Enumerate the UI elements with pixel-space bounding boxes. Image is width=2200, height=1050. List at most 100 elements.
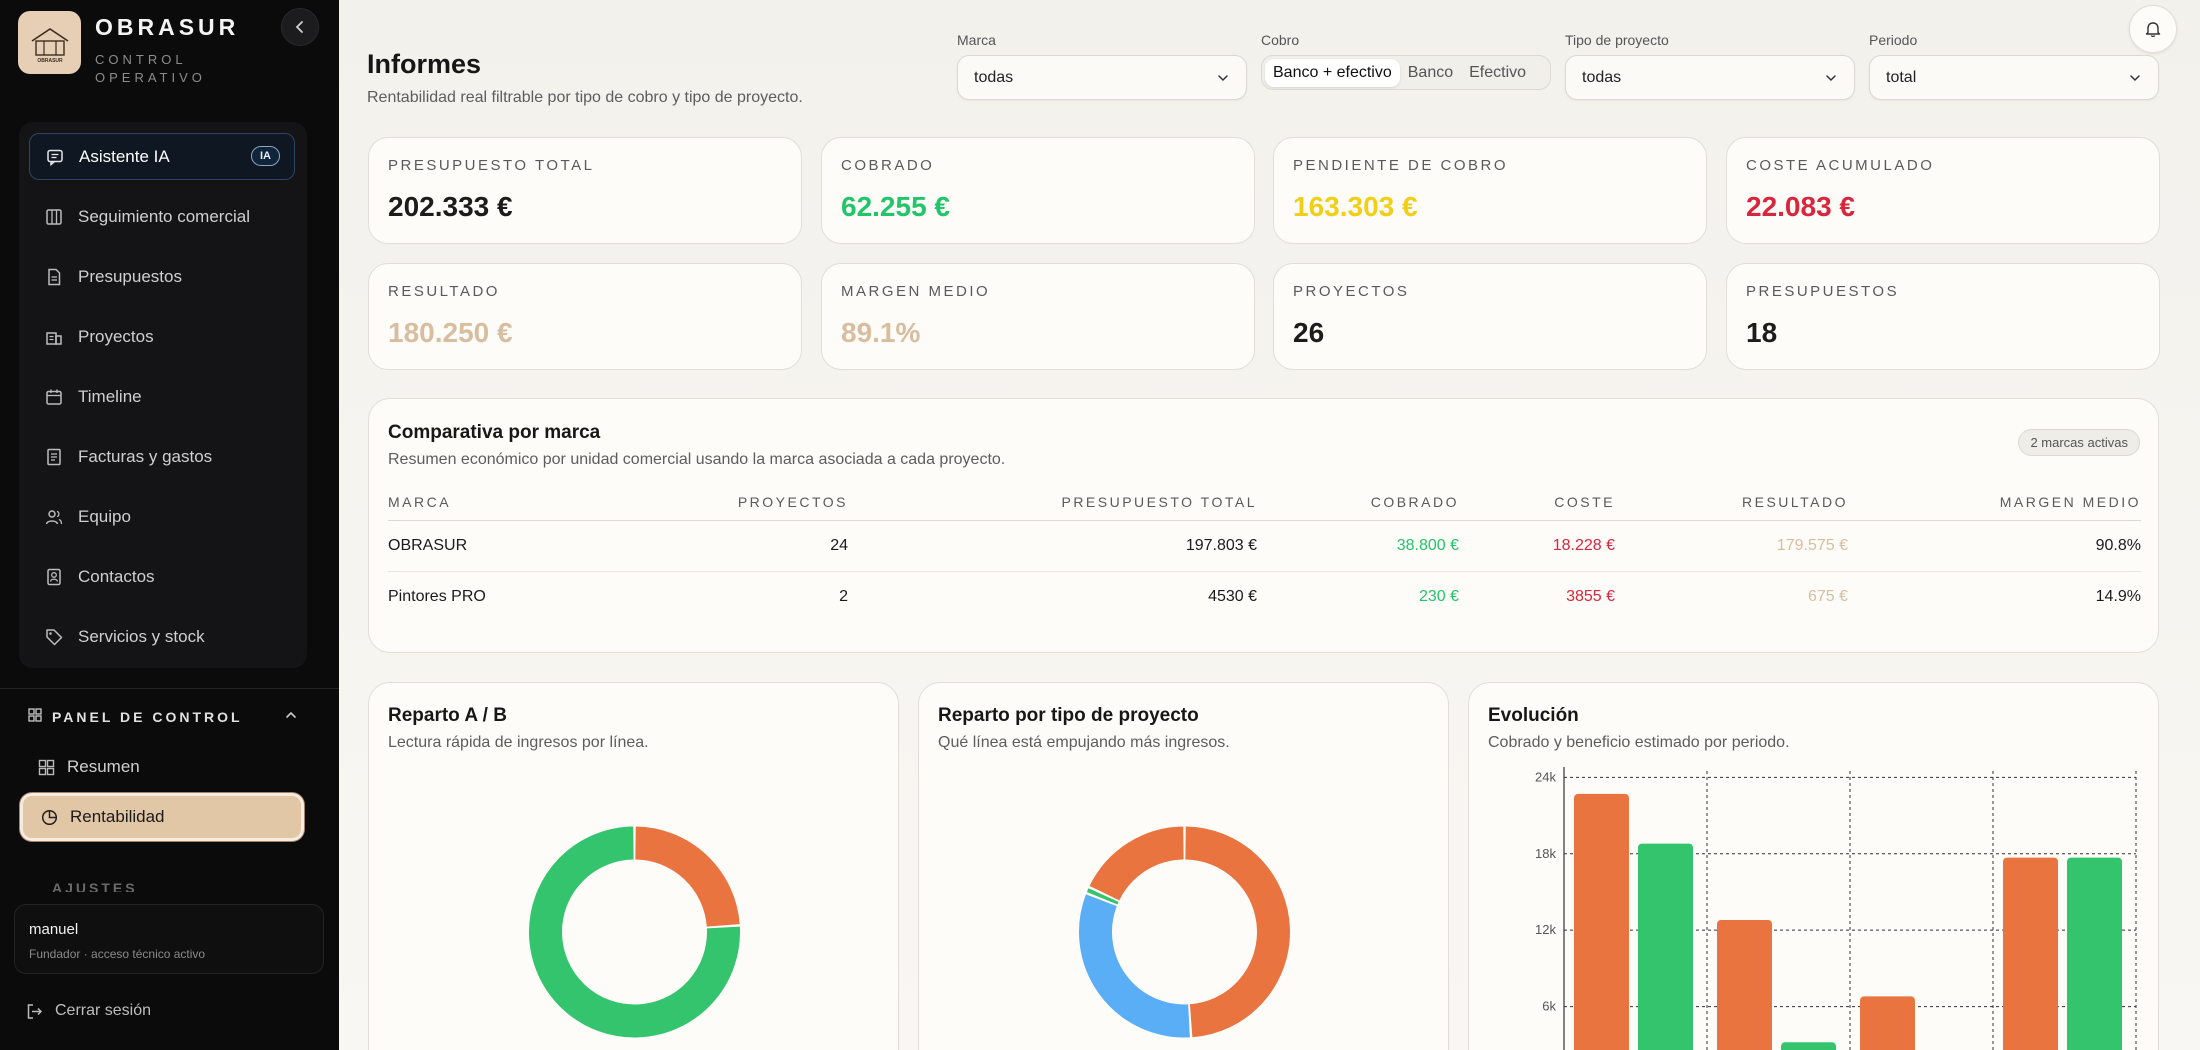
kpi-label: PENDIENTE DE COBRO (1293, 157, 1509, 174)
notifications-button[interactable] (2129, 5, 2177, 53)
column-header: PROYECTOS (688, 484, 848, 521)
nav-item-equipo[interactable]: Equipo (29, 493, 295, 540)
column-header: MARCA (388, 484, 688, 521)
table-row[interactable]: OBRASUR 24 197.803 € 38.800 € 18.228 € 1… (388, 520, 2141, 572)
nav-item-seguimiento-comercial[interactable]: Seguimiento comercial (29, 193, 295, 240)
brand-table: MARCA PROYECTOS PRESUPUESTO TOTAL COBRAD… (388, 484, 2141, 622)
cell-coste: 3855 € (1566, 587, 1615, 605)
filter-cobro-label: Cobro (1261, 32, 1300, 48)
donut-slice (634, 826, 740, 928)
kpi-label: PROYECTOS (1293, 283, 1410, 300)
brand-logo-text: OBRASUR (37, 58, 63, 64)
y-tick-label: 18k (1535, 846, 1556, 861)
filter-marca-label: Marca (957, 32, 996, 48)
filter-cobro: Cobro Banco + efectivo Banco Efectivo (1261, 32, 1551, 90)
kpi-margen-medio: MARGEN MEDIO 89.1% (821, 263, 1255, 370)
kpi-coste-acumulado: COSTE ACUMULADO 22.083 € (1726, 137, 2160, 244)
nav-item-facturas-y-gastos[interactable]: Facturas y gastos (29, 433, 295, 480)
kpi-label: PRESUPUESTO TOTAL (388, 157, 595, 174)
cell-margen: 90.8% (1848, 520, 2141, 572)
table-row[interactable]: Pintores PRO 2 4530 € 230 € 3855 € 675 €… (388, 571, 2141, 622)
cell-margen: 14.9% (2095, 587, 2141, 605)
kpi-value: 89.1% (841, 317, 921, 348)
periodo-select[interactable]: total (1869, 55, 2159, 100)
kpi-presupuesto-total: PRESUPUESTO TOTAL 202.333 € (368, 137, 802, 244)
main-content: Informes Rentabilidad real filtrable por… (339, 0, 2200, 1050)
y-tick-label: 6k (1542, 999, 1556, 1014)
calendar-icon (44, 387, 64, 407)
chevron-down-icon (1826, 74, 1836, 81)
logout-button[interactable]: Cerrar sesión (26, 1002, 151, 1020)
column-header: COSTE (1459, 484, 1615, 521)
building-icon (44, 327, 64, 347)
user-card: manuel Fundador · acceso técnico activo (14, 904, 324, 974)
reparto-tipo-donut-chart (1079, 826, 1290, 1038)
bell-icon (2145, 22, 2161, 38)
kpi-value: 163.303 € (1293, 191, 1418, 222)
nav-item-presupuestos[interactable]: Presupuestos (29, 253, 295, 300)
sidebar-divider (0, 688, 339, 689)
cell-marca: Pintores PRO (388, 587, 486, 605)
kpi-value: 18 (1746, 317, 1778, 348)
donut-slice (1184, 826, 1290, 1038)
user-role: Fundador · acceso técnico activo (29, 947, 206, 961)
tag-icon (44, 627, 64, 647)
nav-item-label: Timeline (78, 386, 142, 406)
cell-resultado: 179.575 € (1615, 520, 1848, 572)
nav-item-label: Asistente IA (79, 146, 170, 166)
panel-item-rentabilidad[interactable]: Rentabilidad (20, 793, 304, 841)
dashboard-icon (28, 708, 42, 725)
filter-tipo-proyecto: Tipo de proyecto todas (1565, 32, 1855, 100)
nav-item-timeline[interactable]: Timeline (29, 373, 295, 420)
nav-item-asistente-ia[interactable]: Asistente IA IA (29, 133, 295, 180)
nav-item-proyectos[interactable]: Proyectos (29, 313, 295, 360)
cobro-option-efectivo[interactable]: Efectivo (1461, 59, 1534, 87)
marca-select[interactable]: todas (957, 55, 1247, 100)
collapse-sidebar-button[interactable] (281, 8, 319, 46)
users-icon (44, 507, 64, 527)
nav-item-contactos[interactable]: Contactos (29, 553, 295, 600)
bar (1574, 793, 1629, 1050)
chevron-up-icon (284, 708, 298, 725)
evolucion-bar-chart: 24k 18k 12k 6k (1535, 767, 2137, 1050)
pie-icon (41, 809, 58, 826)
cell-proyectos: 24 (688, 520, 848, 572)
bar (1781, 1042, 1836, 1050)
kpi-label: PRESUPUESTOS (1746, 283, 1900, 300)
nav-item-label: Contactos (78, 566, 155, 586)
panel-de-control-toggle[interactable]: PANEL DE CONTROL (28, 708, 298, 725)
cobro-option-banco-efectivo[interactable]: Banco + efectivo (1265, 58, 1400, 87)
kpi-label: MARGEN MEDIO (841, 283, 991, 300)
kpi-value: 180.250 € (388, 317, 513, 348)
kpi-value: 22.083 € (1746, 191, 1855, 222)
page-title: Informes (367, 49, 482, 79)
brand-name: OBRASUR (95, 14, 240, 40)
table-header-row: MARCA PROYECTOS PRESUPUESTO TOTAL COBRAD… (388, 484, 2141, 521)
chevron-down-icon (1218, 74, 1228, 81)
filter-periodo: Periodo total (1869, 32, 2159, 100)
panel-item-resumen[interactable]: Resumen (20, 743, 304, 791)
kpi-pendiente-de-cobro: PENDIENTE DE COBRO 163.303 € (1273, 137, 1707, 244)
cobro-segmented-control: Banco + efectivo Banco Efectivo (1261, 55, 1551, 90)
periodo-select-value: total (1886, 68, 1917, 86)
reparto-tipo-card: Reparto por tipo de proyecto Qué línea e… (918, 682, 1449, 1050)
tipo-proyecto-select[interactable]: todas (1565, 55, 1855, 100)
ajustes-toggle[interactable]: AJUSTES (28, 880, 298, 892)
cell-coste: 18.228 € (1459, 520, 1615, 572)
filter-marca: Marca todas (957, 32, 1247, 100)
brand-logo: OBRASUR (18, 11, 81, 74)
grid-icon (38, 759, 55, 776)
brand-subtitle: CONTROL OPERATIVO (95, 52, 206, 85)
kpi-value: 62.255 € (841, 191, 950, 222)
brand: OBRASUR OBRASUR CONTROL OPERATIVO (18, 11, 239, 87)
cell-resultado: 675 € (1807, 587, 1848, 605)
cobro-option-banco[interactable]: Banco (1400, 59, 1461, 87)
y-tick-label: 12k (1535, 922, 1556, 937)
nav-item-label: Seguimiento comercial (78, 206, 250, 226)
cell-cobrado: 38.800 € (1257, 520, 1459, 572)
column-header: COBRADO (1257, 484, 1459, 521)
reparto-ab-donut-chart (529, 826, 740, 1038)
nav-item-servicios-y-stock[interactable]: Servicios y stock (29, 613, 295, 660)
bar (1860, 996, 1915, 1050)
bar (1638, 843, 1693, 1050)
